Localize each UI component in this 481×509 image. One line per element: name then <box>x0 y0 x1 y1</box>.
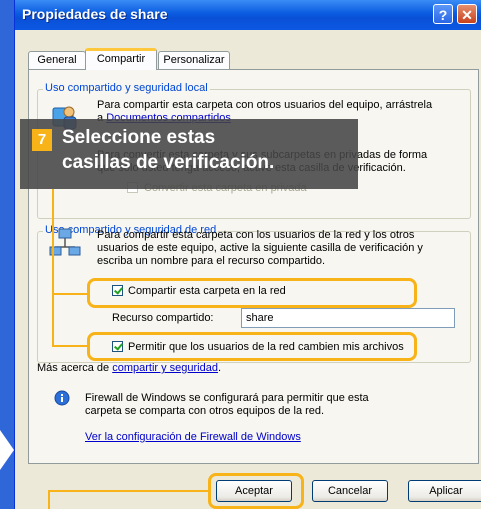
sharing-security-link[interactable]: compartir y seguridad <box>112 362 218 374</box>
highlight-ok-button <box>208 473 304 509</box>
properties-dialog: Propiedades de share ? ✕ General Compart… <box>14 0 481 509</box>
info-icon <box>54 390 70 406</box>
resource-name-label: Recurso compartido: <box>112 312 214 324</box>
tab-compartir[interactable]: Compartir <box>85 48 157 70</box>
help-button[interactable]: ? <box>433 4 453 24</box>
title-bar[interactable]: Propiedades de share ? ✕ <box>15 0 481 30</box>
step-number-badge: 7 <box>32 129 52 151</box>
firewall-text-1: Firewall de Windows se configurará para … <box>85 392 369 404</box>
network-text-2: usuarios de este equipo, active la sigui… <box>97 242 423 254</box>
network-text-1: Para compartir esta carpeta con los usua… <box>97 229 415 241</box>
tab-general[interactable]: General <box>28 51 86 69</box>
connector-vertical <box>52 189 54 345</box>
highlight-allow-checkbox <box>87 332 417 361</box>
local-text-1: Para compartir esta carpeta con otros us… <box>97 99 433 111</box>
tab-personalizar[interactable]: Personalizar <box>158 51 230 69</box>
cancel-button[interactable]: Cancelar <box>312 480 388 502</box>
network-text-3: escriba un nombre para el recurso compar… <box>97 255 326 267</box>
resource-name-input[interactable]: share <box>241 308 455 328</box>
instruction-callout: 7 Seleccione estas casillas de verificac… <box>20 119 358 189</box>
callout-text: Seleccione estas casillas de verificació… <box>62 125 274 175</box>
firewall-settings-link[interactable]: Ver la configuración de Firewall de Wind… <box>85 431 301 444</box>
apply-button[interactable]: Aplicar <box>408 480 481 502</box>
highlight-share-checkbox <box>87 278 417 308</box>
callout-line-2: casillas de verificación. <box>62 152 275 173</box>
close-button[interactable]: ✕ <box>457 4 477 24</box>
local-group-title: Uso compartido y seguridad local <box>43 82 210 94</box>
background-arrow <box>0 430 14 470</box>
connector-to-share <box>52 293 88 295</box>
more-info-line: Más acerca de compartir y seguridad. <box>37 362 222 374</box>
connector-to-allow <box>52 345 88 347</box>
firewall-text-2: carpeta se comparta con otros equipos de… <box>85 405 325 417</box>
callout-line-1: Seleccione estas <box>62 127 216 148</box>
window-title: Propiedades de share <box>22 6 168 22</box>
connector-bottom-vertical <box>48 490 50 509</box>
connector-to-ok <box>48 490 208 492</box>
